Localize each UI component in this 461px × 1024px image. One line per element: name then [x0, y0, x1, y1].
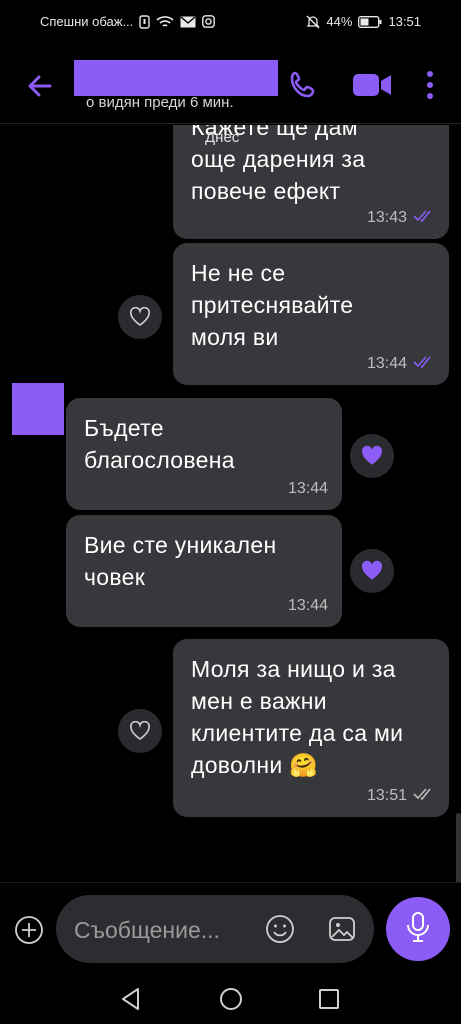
- delivered-check-icon: [413, 787, 435, 805]
- message-line: клиентите да са ми: [191, 720, 404, 746]
- contact-avatar-redacted[interactable]: [12, 383, 64, 435]
- message-line: Не не се: [191, 260, 286, 286]
- message-bubble-incoming[interactable]: Вие сте уникален човек 13:44: [66, 515, 342, 627]
- heart-filled-reaction-icon[interactable]: [350, 434, 394, 478]
- mute-icon: [306, 15, 320, 29]
- date-separator: Днес: [205, 129, 240, 146]
- message-meta: 13:51: [367, 787, 435, 805]
- back-nav-icon[interactable]: [118, 986, 144, 1012]
- message-line: притеснявайте: [191, 292, 354, 318]
- back-arrow-icon[interactable]: [24, 70, 56, 102]
- message-bubble-outgoing[interactable]: Не не се притеснявайте моля ви 13:44: [173, 243, 449, 385]
- plus-icon[interactable]: [14, 915, 44, 945]
- phone-icon[interactable]: [286, 68, 320, 102]
- status-time: 13:51: [388, 14, 421, 29]
- message-bubble-outgoing[interactable]: Моля за нищо и за мен е важни клиентите …: [173, 639, 449, 817]
- mic-button[interactable]: [386, 897, 450, 961]
- message-line: благословена: [84, 447, 235, 473]
- message-meta: 13:43: [367, 209, 435, 227]
- emoji-icon[interactable]: [264, 913, 296, 945]
- message-line: Вие сте уникален: [84, 532, 277, 558]
- video-icon[interactable]: [350, 68, 394, 102]
- mail-icon: [180, 15, 196, 28]
- heart-filled-reaction-icon[interactable]: [350, 549, 394, 593]
- heart-reaction-icon[interactable]: [118, 295, 162, 339]
- message-time: 13:44: [287, 480, 328, 497]
- message-time: 13:44: [366, 355, 407, 372]
- message-line: Моля за нищо и за: [191, 656, 396, 682]
- gallery-icon[interactable]: [326, 913, 358, 945]
- message-meta: 13:44: [367, 355, 435, 373]
- message-time: 13:43: [366, 209, 407, 226]
- heart-reaction-icon[interactable]: [118, 709, 162, 753]
- message-input[interactable]: Съобщение...: [56, 895, 374, 963]
- message-meta: 13:44: [288, 480, 328, 498]
- system-nav-bar: [0, 972, 461, 1024]
- message-line: мен е важни: [191, 688, 327, 714]
- more-icon[interactable]: [420, 68, 440, 102]
- wifi-icon: [156, 15, 174, 29]
- last-seen-status: о видян преди 6 мин.: [86, 94, 234, 111]
- message-time: 13:51: [366, 787, 407, 804]
- message-line: доволни 🤗: [191, 752, 319, 778]
- message-time: 13:44: [287, 597, 328, 614]
- home-nav-icon[interactable]: [218, 986, 244, 1012]
- status-left: Спешни обаж...: [40, 14, 216, 29]
- instagram-icon: [202, 15, 216, 28]
- message-bubble-incoming[interactable]: Бъдете благословена 13:44: [66, 398, 342, 510]
- sim-icon: [139, 14, 150, 29]
- contact-name-redacted[interactable]: [74, 60, 278, 96]
- chat-header: о видян преди 6 мин.: [0, 44, 461, 124]
- chat-scrollbar[interactable]: [456, 813, 461, 882]
- message-line: повече ефект: [191, 178, 341, 204]
- status-right: 44% 13:51: [306, 14, 421, 29]
- battery-icon: [358, 15, 382, 28]
- read-check-icon: [413, 355, 435, 373]
- message-line: моля ви: [191, 324, 279, 350]
- mic-icon: [405, 911, 431, 948]
- message-line: още дарения за: [191, 146, 366, 172]
- notification-text: Спешни обаж...: [40, 14, 134, 29]
- chat-area[interactable]: Днес Кажете ще дам още дарения за повече…: [0, 125, 461, 882]
- message-line: човек: [84, 564, 146, 590]
- message-input-placeholder: Съобщение...: [74, 917, 220, 943]
- battery-percent: 44%: [326, 14, 353, 29]
- status-bar: Спешни обаж... 44% 13:51: [0, 0, 461, 44]
- read-check-icon: [413, 209, 435, 227]
- message-composer: Съобщение...: [0, 882, 461, 972]
- message-line: Бъдете: [84, 415, 164, 441]
- recents-nav-icon[interactable]: [316, 986, 342, 1012]
- message-meta: 13:44: [288, 597, 328, 615]
